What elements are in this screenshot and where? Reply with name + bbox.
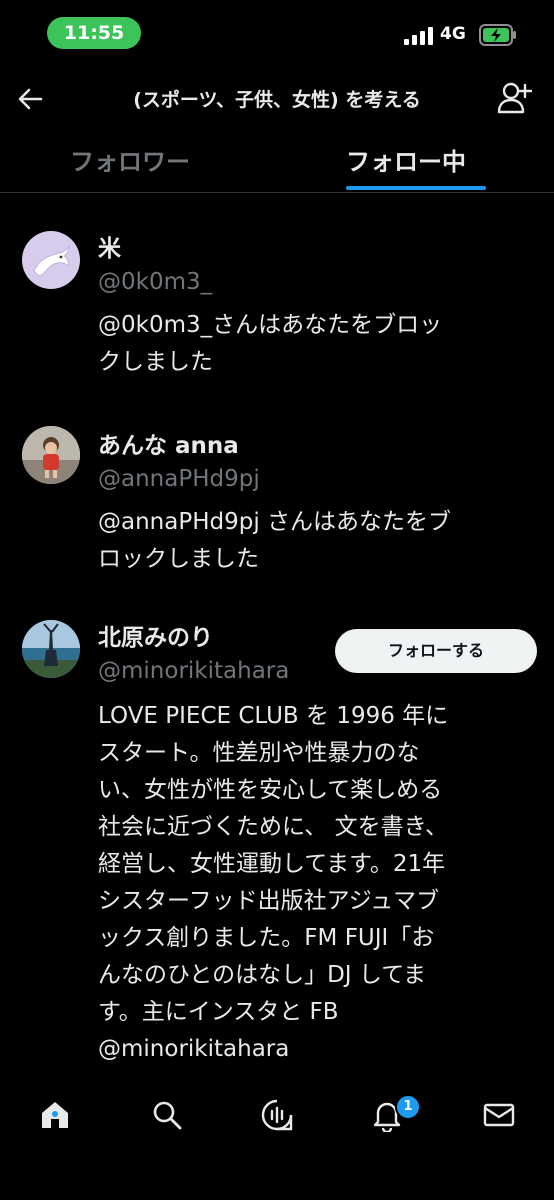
user-handle[interactable]: @0k0m3_	[98, 269, 212, 295]
battery-icon	[479, 24, 516, 46]
user-list-item[interactable]: あんな anna @annaPHd9pj @annaPHd9pj さんはあなたを…	[0, 422, 554, 592]
bio-line: @annaPHd9pj さんはあなたをブ	[98, 509, 452, 535]
beach-photo-avatar-icon	[22, 620, 80, 678]
user-display-name[interactable]: あんな anna	[98, 426, 239, 460]
bio-line: シスターフッド出版社アジュマブ	[98, 888, 440, 914]
bio-line: スタート。性差別や性暴力のな	[98, 740, 420, 766]
add-user-icon[interactable]	[496, 81, 532, 115]
tab-selected-indicator	[346, 186, 486, 190]
user-display-name[interactable]: 米	[98, 229, 121, 263]
notification-badge: 1	[395, 1094, 421, 1120]
user-list-item[interactable]: 米 @0k0m3_ @0k0m3_さんはあなたをブロッ クしました	[0, 225, 554, 395]
page-title: (スポーツ、子供、女性) を考える	[133, 89, 421, 111]
user-handle[interactable]: @annaPHd9pj	[98, 466, 260, 492]
user-handle[interactable]: @minorikitahara	[98, 658, 289, 684]
bio-line: ロックしました	[98, 546, 259, 572]
bio-line: @minorikitahara	[98, 1036, 290, 1062]
bio-line: んなのひとのはなし」DJ してま	[98, 962, 427, 988]
search-icon[interactable]	[150, 1098, 184, 1132]
bio-line: す。主にインスタと FB	[98, 999, 339, 1025]
bio-line: 社会に近づくために、 文を書き、	[98, 814, 449, 840]
user-bio: @0k0m3_さんはあなたをブロッ クしました	[98, 307, 528, 381]
follow-button[interactable]: フォローする	[335, 629, 537, 673]
bio-line: クしました	[98, 349, 213, 375]
status-bar: 11:55 4G	[0, 0, 554, 70]
user-bio: LOVE PIECE CLUB を 1996 年に スタート。性差別や性暴力のな…	[98, 698, 528, 1068]
home-icon[interactable]	[38, 1098, 72, 1132]
avatar[interactable]	[22, 620, 80, 678]
avatar[interactable]	[22, 426, 80, 484]
top-bar: (スポーツ、子供、女性) を考える	[0, 70, 554, 128]
user-bio: @annaPHd9pj さんはあなたをブ ロックしました	[98, 504, 528, 578]
user-list-item[interactable]: 北原みのり @minorikitahara フォローする LOVE PIECE …	[0, 618, 554, 1078]
bottom-nav: 1	[0, 1084, 554, 1154]
bio-line: い、女性が性を安心して楽しめる	[98, 777, 443, 803]
avatar[interactable]	[22, 231, 80, 289]
child-photo-avatar-icon	[22, 426, 80, 484]
bio-line: LOVE PIECE CLUB を 1996 年に	[98, 703, 449, 729]
bio-line: 経営し、女性運動してます。21年	[98, 851, 446, 877]
spaces-icon[interactable]	[260, 1098, 294, 1132]
bio-line: ックス創りました。FM FUJI「お	[98, 925, 435, 951]
tab-following[interactable]: フォロー中	[346, 142, 466, 177]
messages-icon[interactable]	[482, 1098, 516, 1132]
signal-icon	[404, 27, 434, 45]
tab-bar: フォロワー フォロー中	[0, 128, 554, 193]
dolphin-avatar-icon	[33, 244, 70, 276]
status-time: 11:55	[47, 17, 141, 49]
bio-line: @0k0m3_さんはあなたをブロッ	[98, 312, 443, 338]
tab-followers[interactable]: フォロワー	[70, 142, 190, 177]
network-label: 4G	[440, 24, 466, 44]
user-display-name[interactable]: 北原みのり	[98, 618, 213, 652]
